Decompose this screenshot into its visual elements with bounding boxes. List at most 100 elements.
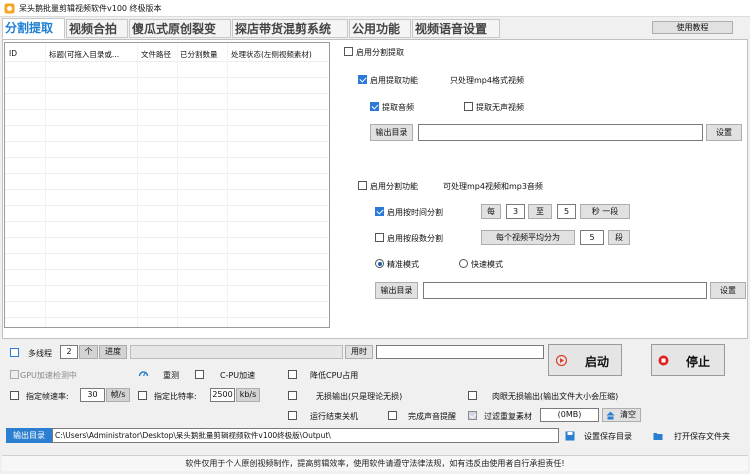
- multithread-label: 多线程: [28, 349, 52, 358]
- save-dir-icon: [565, 431, 575, 441]
- sound-alert-label: 完成声音提醒: [408, 412, 456, 421]
- window-title: 呆头鹅批量剪辑视频软件v100 终极版本: [19, 4, 162, 13]
- file-list[interactable]: ID 标题(可拖入目录或... 文件路径 已分割数量 处理状态(左侧视频素材): [4, 42, 330, 328]
- lower-cpu-checkbox[interactable]: [288, 370, 297, 379]
- extract-silent-video-label: 提取无声视频: [476, 103, 524, 112]
- output-path-input[interactable]: C:\Users\Administrator\Desktop\呆头鹅批量剪辑视频…: [52, 428, 559, 443]
- bitrate-label: 指定比特率:: [154, 392, 197, 401]
- grid-line: [5, 237, 329, 238]
- framerate-checkbox[interactable]: [10, 391, 19, 400]
- start-button-label: 启动: [585, 355, 610, 369]
- column-status[interactable]: 处理状态(左侧视频素材): [231, 49, 312, 60]
- bitrate-checkbox[interactable]: [138, 391, 147, 400]
- enable-split-label: 启用分割功能: [370, 182, 418, 191]
- split-by-time-label: 启用按时间分割: [387, 208, 443, 217]
- start-button[interactable]: 启动: [548, 344, 622, 376]
- tab-video-duet[interactable]: 视频合拍: [66, 19, 128, 38]
- visual-lossless-checkbox[interactable]: [468, 391, 477, 400]
- clear-button-label: 清空: [620, 410, 636, 419]
- lossless-checkbox[interactable]: [288, 391, 297, 400]
- tab-voice-settings[interactable]: 视频语音设置: [412, 19, 500, 38]
- grid-line: [5, 301, 329, 302]
- split-to-input[interactable]: 5: [557, 204, 576, 219]
- shutdown-checkbox[interactable]: [288, 411, 297, 420]
- enable-split-checkbox[interactable]: [358, 181, 367, 190]
- grid-line: [5, 221, 329, 222]
- thread-count-input[interactable]: 2: [60, 345, 78, 359]
- grid-line: [5, 253, 329, 254]
- column-title[interactable]: 标题(可拖入目录或...: [49, 49, 119, 60]
- grid-line: [5, 77, 329, 78]
- disclaimer-footer: 软件仅用于个人原创视频制作，提高剪辑效率，使用软件请遵守法律法规，如有违反由使用…: [2, 455, 748, 471]
- grid-line: [5, 205, 329, 206]
- stop-button[interactable]: 停止: [651, 344, 725, 376]
- split-by-count-label: 启用按段数分割: [387, 234, 443, 243]
- framerate-input[interactable]: 30: [80, 388, 105, 402]
- every-label: 每: [481, 204, 501, 219]
- grid-line: [5, 269, 329, 270]
- average-split-label: 每个视频平均分为: [481, 230, 575, 245]
- extract-format-note: 只处理mp4格式视频: [450, 76, 524, 85]
- split-settings-button[interactable]: 设置: [710, 282, 746, 299]
- redetect-label[interactable]: 重测: [163, 370, 179, 381]
- set-save-dir-button[interactable]: 设置保存目录: [584, 431, 632, 442]
- fast-mode-label: 快速模式: [471, 260, 503, 269]
- grid-line: [5, 317, 329, 318]
- play-icon: [556, 355, 567, 366]
- split-by-time-checkbox[interactable]: [375, 207, 384, 216]
- framerate-label: 指定帧速率:: [26, 392, 69, 401]
- extract-output-dir-input[interactable]: [418, 124, 703, 141]
- grid-line: [5, 189, 329, 190]
- column-path[interactable]: 文件路径: [141, 49, 171, 60]
- title-bar: 呆头鹅批量剪辑视频软件v100 终极版本: [0, 0, 750, 17]
- tab-fission[interactable]: 傻瓜式原创裂变: [129, 19, 231, 38]
- speedometer-icon[interactable]: [138, 368, 149, 379]
- enable-split-extract-checkbox[interactable]: [344, 47, 353, 56]
- column-id[interactable]: ID: [9, 49, 17, 58]
- gpu-accel-checkbox[interactable]: [10, 370, 19, 379]
- enable-extract-checkbox[interactable]: [358, 75, 367, 84]
- grid-line: [5, 285, 329, 286]
- visual-lossless-label: 肉眼无损输出(输出文件大小会压缩): [492, 392, 619, 401]
- split-count-input[interactable]: 5: [580, 230, 604, 245]
- framerate-unit-label: 帧/s: [106, 388, 130, 402]
- precise-mode-radio[interactable]: [375, 259, 384, 268]
- enable-extract-label: 启用提取功能: [370, 76, 418, 85]
- extract-audio-checkbox[interactable]: [370, 102, 379, 111]
- precise-mode-label: 精准模式: [387, 260, 419, 269]
- bitrate-input[interactable]: 2500: [210, 388, 235, 402]
- multithread-checkbox[interactable]: [10, 348, 19, 357]
- grid-line: [5, 93, 329, 94]
- help-button[interactable]: 使用教程: [652, 21, 733, 34]
- column-split-count[interactable]: 已分割数量: [180, 49, 218, 60]
- seconds-per-segment-label: 秒 一段: [580, 204, 630, 219]
- extract-output-dir-button[interactable]: 输出目录: [370, 124, 413, 141]
- app-icon: [4, 3, 15, 14]
- grid-line: [5, 125, 329, 126]
- split-from-input[interactable]: 3: [506, 204, 525, 219]
- tab-store-mix[interactable]: 探店带货混剪系统: [232, 19, 348, 38]
- sound-alert-checkbox[interactable]: [388, 411, 397, 420]
- split-format-note: 可处理mp4视频和mp3音频: [443, 182, 543, 191]
- fast-mode-radio[interactable]: [459, 259, 468, 268]
- gpu-detect-label: GPU加速检测中: [20, 371, 77, 380]
- thread-unit-label: 个: [79, 345, 98, 359]
- tab-split-extract[interactable]: 分割提取: [2, 18, 65, 39]
- to-label: 至: [528, 204, 552, 219]
- time-label: 用时: [345, 345, 373, 359]
- bitrate-unit-label: kb/s: [236, 388, 260, 402]
- clear-icon: [606, 411, 615, 420]
- extract-silent-video-checkbox[interactable]: [464, 102, 473, 111]
- extract-settings-button[interactable]: 设置: [706, 124, 742, 141]
- filter-duplicates-label: 过滤重复素材: [484, 412, 532, 421]
- tab-common[interactable]: 公用功能: [349, 19, 411, 38]
- shutdown-label: 运行结束关机: [310, 412, 358, 421]
- split-output-dir-input[interactable]: [423, 282, 707, 299]
- cpu-accel-checkbox[interactable]: [195, 370, 204, 379]
- filter-duplicates-checkbox[interactable]: [468, 411, 477, 420]
- split-by-count-checkbox[interactable]: [375, 233, 384, 242]
- split-output-dir-button[interactable]: 输出目录: [375, 282, 418, 299]
- clear-button[interactable]: 清空: [602, 408, 641, 422]
- lower-cpu-label: 降低CPU占用: [310, 371, 359, 380]
- open-save-folder-button[interactable]: 打开保存文件夹: [674, 431, 730, 442]
